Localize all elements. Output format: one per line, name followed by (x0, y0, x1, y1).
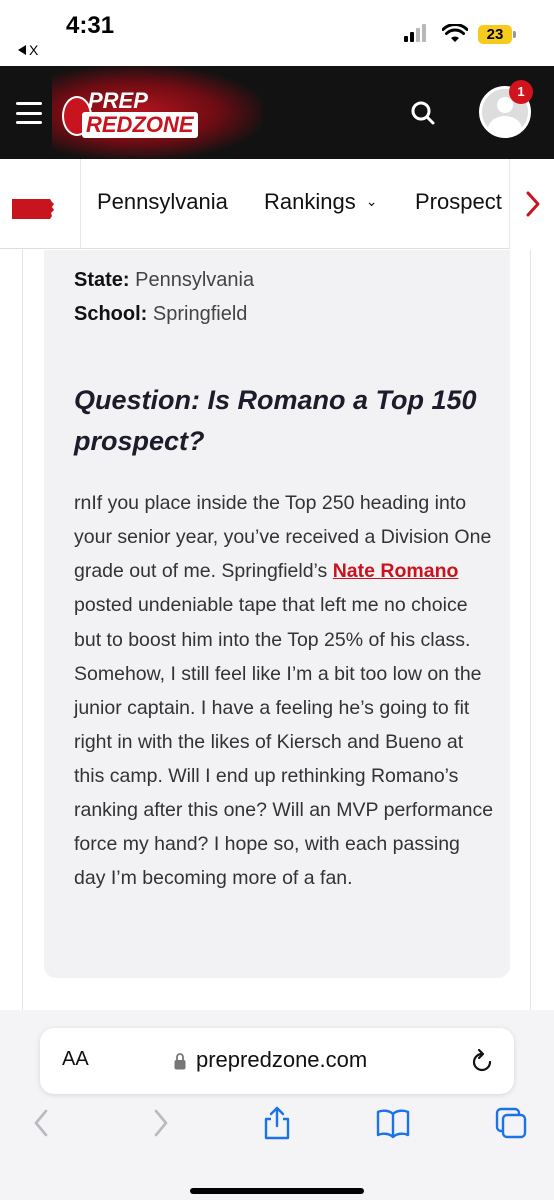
subnav-item-prospects[interactable]: Prospect (415, 189, 502, 215)
home-indicator (190, 1188, 364, 1194)
back-to-app-button[interactable]: X (18, 42, 38, 58)
state-value: Pennsylvania (135, 269, 255, 291)
status-time: 4:31 (66, 12, 115, 39)
logo-text-redzone-box: REDZONE (82, 112, 198, 138)
school-label: School: (74, 303, 148, 325)
share-icon[interactable] (259, 1105, 295, 1141)
state-label: State: (74, 269, 130, 291)
safari-toolbar: AA prepredzone.com (0, 1010, 554, 1200)
subnav-item-label: Prospect (415, 189, 502, 214)
pennsylvania-state-icon[interactable] (10, 196, 56, 222)
back-icon[interactable] (24, 1105, 60, 1141)
paragraph-text-after: posted undeniable tape that left me no c… (74, 594, 494, 890)
site-header: PREP REDZONE 1 (0, 66, 554, 159)
logo-text-prep: PREP (88, 88, 148, 113)
hamburger-menu-icon[interactable] (16, 102, 42, 124)
article-content: State: Pennsylvania School: Springfield … (0, 250, 554, 1010)
search-icon[interactable] (408, 98, 438, 128)
question-heading: Question: Is Romano a Top 150 prospect? (74, 385, 477, 456)
battery-icon: 23 (478, 25, 512, 44)
notification-badge: 1 (509, 80, 533, 104)
chevron-down-icon: ⌄ (365, 193, 378, 209)
subnav-item-label: Rankings (264, 189, 356, 214)
state-line: State: Pennsylvania (74, 269, 254, 292)
article-paragraph: rnIf you place inside the Top 250 headin… (74, 486, 494, 896)
subnav-item-pennsylvania[interactable]: Pennsylvania (97, 189, 228, 215)
url-text: prepredzone.com (196, 1047, 368, 1072)
school-value: Springfield (152, 303, 248, 325)
browser-nav-toolbar (0, 1105, 554, 1155)
status-bar: 4:31 X 23 (0, 0, 554, 66)
content-border-right (530, 250, 531, 1010)
subnav-scroll-right-button[interactable] (509, 159, 554, 249)
prospect-card: State: Pennsylvania School: Springfield … (44, 250, 510, 978)
subnav-item-rankings[interactable]: Rankings ⌄ (264, 189, 377, 215)
chevron-right-icon (526, 191, 540, 217)
logo-text-redzone: REDZONE (86, 112, 194, 137)
lock-icon (174, 1053, 186, 1070)
prep-redzone-logo[interactable]: PREP REDZONE (60, 86, 200, 142)
school-line: School: Springfield (74, 303, 247, 326)
reload-icon[interactable] (470, 1048, 494, 1074)
player-link-nate-romano[interactable]: Nate Romano (333, 560, 459, 582)
battery-cap (513, 31, 516, 38)
bookmarks-icon[interactable] (375, 1105, 411, 1141)
content-border-left (22, 250, 23, 1010)
cellular-signal-icon (404, 24, 426, 42)
address-bar[interactable]: AA prepredzone.com (40, 1028, 514, 1094)
subnav-divider (80, 159, 81, 249)
tabs-icon[interactable] (493, 1105, 529, 1141)
subnav-item-label: Pennsylvania (97, 189, 228, 214)
back-app-label: X (29, 42, 39, 58)
reader-aa-button[interactable]: AA (62, 1048, 89, 1071)
wifi-icon (442, 24, 468, 42)
state-subnav: Pennsylvania Rankings ⌄ Prospect (0, 159, 554, 249)
forward-icon[interactable] (142, 1105, 178, 1141)
back-triangle-icon (18, 45, 26, 55)
